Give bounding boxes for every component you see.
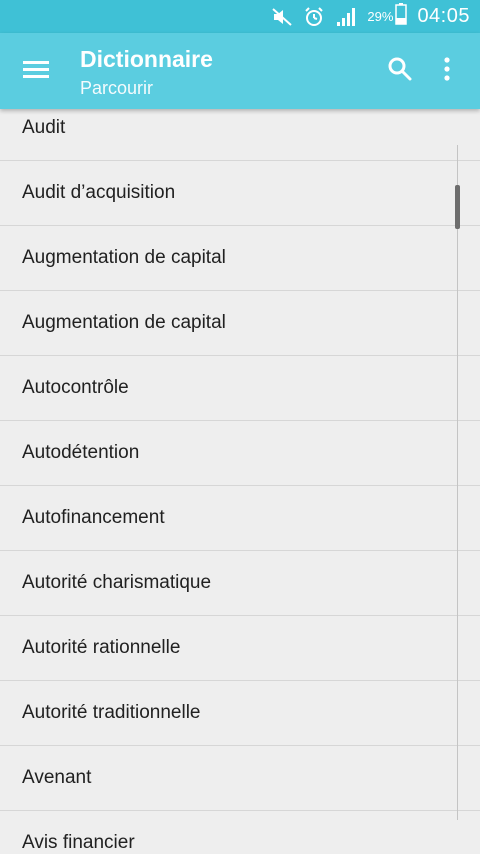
dictionary-list[interactable]: Audit Audit d’acquisition Augmentation d… [0,96,480,854]
list-item[interactable]: Autodétention [0,421,480,486]
overflow-menu-button[interactable] [432,53,462,89]
list-item-label: Augmentation de capital [22,247,226,268]
list-item[interactable]: Autorité traditionnelle [0,681,480,746]
page-title: Dictionnaire [80,46,213,72]
battery-percent: 29% [367,9,394,24]
status-clock: 04:05 [417,5,470,27]
list-item[interactable]: Audit d’acquisition [0,161,480,226]
list-item-label: Audit d’acquisition [22,182,176,203]
list-item[interactable]: Autorité rationnelle [0,616,480,681]
search-button[interactable] [382,53,418,89]
list-item-label: Avenant [22,767,92,788]
search-icon [387,56,413,87]
app-bar: Dictionnaire Parcourir [0,33,480,109]
alarm-icon [303,6,325,28]
list-item-label: Audit [22,117,66,138]
list-item-label: Autocontrôle [22,377,129,398]
menu-button[interactable] [18,53,54,89]
mute-icon [271,7,293,27]
list-item[interactable]: Autocontrôle [0,356,480,421]
page-subtitle: Parcourir [80,78,154,98]
list-item-label: Avis financier [22,832,135,853]
list-item-label: Autofinancement [22,507,165,528]
list-item[interactable]: Avenant [0,746,480,811]
list-item[interactable]: Augmentation de capital [0,226,480,291]
scrollbar-track [457,145,458,820]
signal-icon [335,7,357,27]
more-vert-icon [443,56,451,87]
list-item-label: Autorité rationnelle [22,637,181,658]
battery-indicator: 29% [367,3,408,30]
list-item[interactable]: Augmentation de capital [0,291,480,356]
list-item-label: Autodétention [22,442,140,463]
list-item-label: Augmentation de capital [22,312,226,333]
list-item[interactable]: Avis financier [0,811,480,854]
list-item-label: Autorité charismatique [22,572,212,593]
status-bar: 29% 04:05 [0,0,480,33]
app-bar-titles: Dictionnaire Parcourir [80,45,213,100]
scrollbar-thumb[interactable] [455,185,460,229]
menu-icon [23,59,49,84]
list-item[interactable]: Autofinancement [0,486,480,551]
battery-icon [395,3,408,30]
list-item-label: Autorité traditionnelle [22,702,201,723]
list-item[interactable]: Autorité charismatique [0,551,480,616]
